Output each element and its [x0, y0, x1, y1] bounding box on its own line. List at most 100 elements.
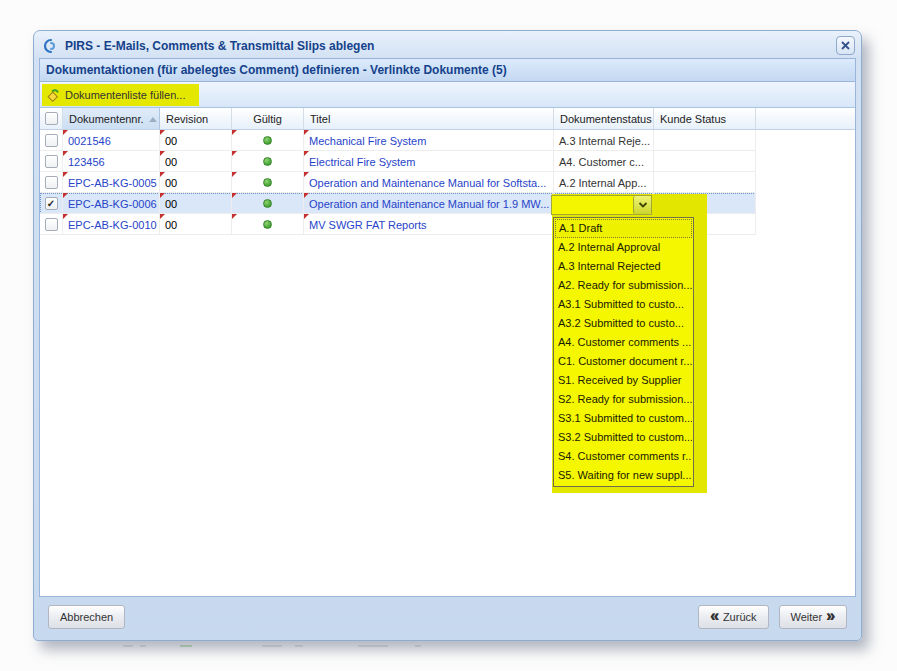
background-artifact	[123, 645, 133, 647]
cancel-label: Abbrechen	[60, 611, 113, 623]
fill-list-icon	[46, 88, 60, 102]
dropdown-option[interactable]: S1. Received by Supplier	[555, 371, 692, 390]
row-checkbox[interactable]	[45, 155, 58, 168]
dropdown-option[interactable]: S3.2 Submitted to custom...	[555, 428, 692, 447]
title-cell[interactable]: MV SWGR FAT Reports	[304, 214, 554, 235]
title-cell[interactable]: Operation and Maintenance Manual for Sof…	[304, 172, 554, 193]
title-bar: PIRS - E-Mails, Comments & Transmittal S…	[34, 31, 861, 58]
column-label: Revision	[166, 113, 208, 125]
column-header-filler	[756, 108, 855, 129]
document-number-cell[interactable]: EPC-AB-KG-0005	[63, 172, 160, 193]
next-button[interactable]: Weiter»	[779, 605, 848, 629]
document-number-cell[interactable]: 123456	[63, 151, 160, 172]
document-number-cell[interactable]: EPC-AB-KG-0010	[63, 214, 160, 235]
toolbar: Dokumentenliste füllen...	[40, 82, 855, 108]
pirs-logo-icon	[43, 38, 59, 54]
dropdown-option[interactable]: A3.2 Submitted to custo...	[555, 314, 692, 333]
valid-status-icon	[263, 136, 272, 145]
dropdown-option[interactable]: S4. Customer comments r...	[555, 447, 692, 466]
dropdown-option[interactable]: A.1 Draft	[555, 219, 692, 238]
valid-status-icon	[263, 220, 272, 229]
valid-status-icon	[263, 178, 272, 187]
row-checkbox-cell	[40, 214, 63, 235]
valid-cell	[232, 151, 304, 172]
title-cell[interactable]: Mechanical Fire System	[304, 130, 554, 151]
column-header-dokumentenstatus[interactable]: Dokumentenstatus	[554, 108, 654, 129]
cancel-button[interactable]: Abbrechen	[48, 605, 125, 629]
document-number-cell[interactable]: EPC-AB-KG-0006	[63, 193, 160, 214]
combobox-value[interactable]	[552, 196, 633, 214]
content-panel: Dokumentaktionen (für abelegtes Comment)…	[39, 58, 856, 597]
valid-cell	[232, 214, 304, 235]
column-header-titel[interactable]: Titel	[304, 108, 554, 129]
dialog-window: PIRS - E-Mails, Comments & Transmittal S…	[33, 30, 862, 641]
chevron-down-icon	[638, 201, 648, 209]
combobox-dropdown-button[interactable]	[633, 196, 651, 214]
dropdown-option[interactable]: A4. Customer comments ...	[555, 333, 692, 352]
documents-grid: Dokumentennr. Revision Gültig Titel Doku…	[40, 108, 855, 596]
dropdown-option[interactable]: S2. Ready for submission...	[555, 390, 692, 409]
row-checkbox[interactable]	[45, 218, 58, 231]
column-label: Titel	[310, 113, 330, 125]
close-button[interactable]	[836, 36, 855, 55]
column-label: Gültig	[253, 113, 282, 125]
dropdown-option[interactable]: A3.1 Submitted to custo...	[555, 295, 692, 314]
column-header-select-all[interactable]	[40, 108, 63, 129]
double-chevron-right-icon: »	[826, 608, 835, 624]
document-status-cell[interactable]: A.2 Internal App...	[554, 172, 654, 193]
row-checkbox-cell	[40, 172, 63, 193]
column-header-revision[interactable]: Revision	[160, 108, 232, 129]
status-dropdown-list: A.1 Draft A.2 Internal Approval A.3 Inte…	[553, 217, 694, 487]
background-artifact	[262, 645, 282, 647]
footer-bar: Abbrechen « Zurück Weiter»	[34, 597, 861, 640]
column-label: Dokumentennr.	[69, 113, 144, 125]
dropdown-option[interactable]: S5. Waiting for new suppl...	[555, 466, 692, 485]
revision-cell: 00	[160, 172, 232, 193]
column-label: Dokumentenstatus	[560, 113, 652, 125]
dropdown-option[interactable]: A2. Ready for submission...	[555, 276, 692, 295]
revision-cell: 00	[160, 130, 232, 151]
document-status-cell[interactable]: A.3 Internal Reje...	[554, 130, 654, 151]
fill-button-label: Dokumentenliste füllen...	[65, 89, 185, 101]
document-status-cell[interactable]: A4. Customer c...	[554, 151, 654, 172]
valid-cell	[232, 193, 304, 214]
table-row[interactable]: EPC-AB-KG-0005 00 Operation and Maintena…	[40, 172, 756, 193]
column-header-dokumentennr[interactable]: Dokumentennr.	[63, 108, 160, 129]
back-label: Zurück	[723, 611, 757, 623]
customer-status-cell[interactable]	[654, 130, 756, 151]
row-checkbox[interactable]: ✓	[45, 197, 58, 210]
select-all-checkbox[interactable]	[45, 112, 58, 125]
row-checkbox-cell	[40, 151, 63, 172]
valid-status-icon	[263, 157, 272, 166]
dropdown-option[interactable]: S3.1 Submitted to custom...	[555, 409, 692, 428]
table-row[interactable]: 123456 00 Electrical Fire System A4. Cus…	[40, 151, 756, 172]
background-artifact	[295, 645, 303, 647]
revision-cell: 00	[160, 193, 232, 214]
close-icon	[841, 41, 850, 50]
row-checkbox-cell: ✓	[40, 193, 63, 214]
title-cell[interactable]: Electrical Fire System	[304, 151, 554, 172]
grid-header: Dokumentennr. Revision Gültig Titel Doku…	[40, 108, 855, 130]
customer-status-cell[interactable]	[654, 172, 756, 193]
valid-cell	[232, 130, 304, 151]
column-header-kunde-status[interactable]: Kunde Status	[654, 108, 756, 129]
title-cell[interactable]: Operation and Maintenance Manual for 1.9…	[304, 193, 554, 214]
fill-document-list-button[interactable]: Dokumentenliste füllen...	[42, 84, 199, 106]
row-checkbox[interactable]	[45, 134, 58, 147]
table-row[interactable]: 0021546 00 Mechanical Fire System A.3 In…	[40, 130, 756, 151]
dropdown-option[interactable]: A.3 Internal Rejected	[555, 257, 692, 276]
panel-header-title: Dokumentaktionen (für abelegtes Comment)…	[40, 59, 855, 82]
background-artifact	[415, 645, 421, 647]
dropdown-option[interactable]: A.2 Internal Approval	[555, 238, 692, 257]
document-number-cell[interactable]: 0021546	[63, 130, 160, 151]
status-combobox[interactable]	[551, 195, 652, 215]
background-artifact	[140, 645, 146, 647]
back-button[interactable]: « Zurück	[698, 605, 769, 629]
next-label: Weiter	[791, 611, 823, 623]
row-checkbox[interactable]	[45, 176, 58, 189]
customer-status-cell[interactable]	[654, 151, 756, 172]
double-chevron-left-icon: «	[710, 608, 719, 624]
column-header-gueltig[interactable]: Gültig	[232, 108, 304, 129]
dropdown-option[interactable]: C1. Customer document r...	[555, 352, 692, 371]
valid-status-icon	[263, 199, 272, 208]
